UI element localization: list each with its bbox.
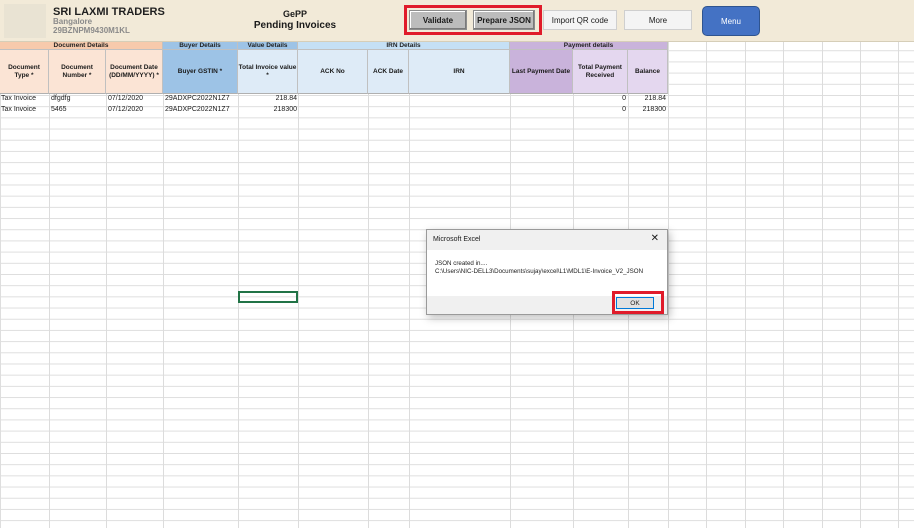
cell-doc-date[interactable]: 07/12/2020 <box>108 106 143 113</box>
prepare-json-highlight <box>404 5 542 35</box>
col-ack-no[interactable]: ACK No <box>298 50 368 94</box>
cell-doc-number[interactable]: 5465 <box>51 106 67 113</box>
col-document-type[interactable]: Document Type * <box>0 50 49 94</box>
col-buyer-gstin[interactable]: Buyer GSTIN * <box>163 50 238 94</box>
close-icon[interactable]: ✕ <box>651 233 659 244</box>
app-title-block: GePP Pending Invoices <box>240 9 350 32</box>
col-balance[interactable]: Balance <box>628 50 668 94</box>
cell-doc-number[interactable]: dfgdfg <box>51 95 70 102</box>
dialog-body: JSON created in.... C:\Users\NIC-DELL3\D… <box>427 250 667 296</box>
dialog-message-path: C:\Users\NIC-DELL3\Documents\sujay\excel… <box>435 267 644 275</box>
menu-button[interactable]: Menu <box>702 6 760 36</box>
group-buyer-details: Buyer Details <box>163 42 238 50</box>
selected-cell[interactable] <box>238 291 298 303</box>
col-total-payment-received[interactable]: Total Payment Received <box>573 50 628 94</box>
dialog-title: Microsoft Excel <box>433 236 481 243</box>
group-value-details: Value Details <box>238 42 298 50</box>
app-banner: SRI LAXMI TRADERS Bangalore 29BZNPM9430M… <box>0 0 914 42</box>
col-document-date[interactable]: Document Date (DD/MM/YYYY) * <box>106 50 163 94</box>
col-document-number[interactable]: Document Number * <box>49 50 106 94</box>
dialog-message: JSON created in.... C:\Users\NIC-DELL3\D… <box>435 260 643 276</box>
import-qr-button[interactable]: Import QR code <box>543 10 617 30</box>
cell-total-payment[interactable]: 0 <box>622 95 626 102</box>
cell-doc-type[interactable]: Tax Invoice <box>1 106 36 113</box>
ok-button-highlight <box>612 291 664 314</box>
table-row[interactable]: Tax Invoice dfgdfg 07/12/2020 29ADXPC202… <box>0 95 914 105</box>
page-title: Pending Invoices <box>253 19 337 31</box>
cell-balance[interactable]: 218.84 <box>645 95 666 102</box>
logo-placeholder <box>4 4 46 38</box>
cell-doc-type[interactable]: Tax Invoice <box>1 95 36 102</box>
col-irn[interactable]: IRN <box>409 50 510 94</box>
group-irn-details: IRN Details <box>298 42 510 50</box>
cell-balance[interactable]: 218300 <box>643 106 666 113</box>
group-payment-details: Payment details <box>510 42 668 50</box>
cell-doc-date[interactable]: 07/12/2020 <box>108 95 143 102</box>
col-last-payment-date[interactable]: Last Payment Date <box>510 50 573 94</box>
dialog-message-line1: JSON created in.... <box>435 260 488 267</box>
cell-buyer-gstin[interactable]: 29ADXPC2022N1Z7 <box>165 95 230 102</box>
more-button[interactable]: More <box>624 10 692 30</box>
company-info: SRI LAXMI TRADERS Bangalore 29BZNPM9430M… <box>53 6 165 36</box>
cell-total-payment[interactable]: 0 <box>622 106 626 113</box>
col-total-invoice-value[interactable]: Total Invoice value * <box>238 50 298 94</box>
col-ack-date[interactable]: ACK Date <box>368 50 409 94</box>
app-title: GePP <box>282 9 307 19</box>
cell-buyer-gstin[interactable]: 29ADXPC2022N1Z7 <box>165 106 230 113</box>
table-row[interactable]: Tax Invoice 5465 07/12/2020 29ADXPC2022N… <box>0 106 914 116</box>
cell-total-value[interactable]: 218300 <box>274 106 297 113</box>
company-gstin: 29BZNPM9430M1KL <box>53 26 130 36</box>
group-document-details: Document Details <box>0 42 163 50</box>
cell-total-value[interactable]: 218.84 <box>276 95 297 102</box>
